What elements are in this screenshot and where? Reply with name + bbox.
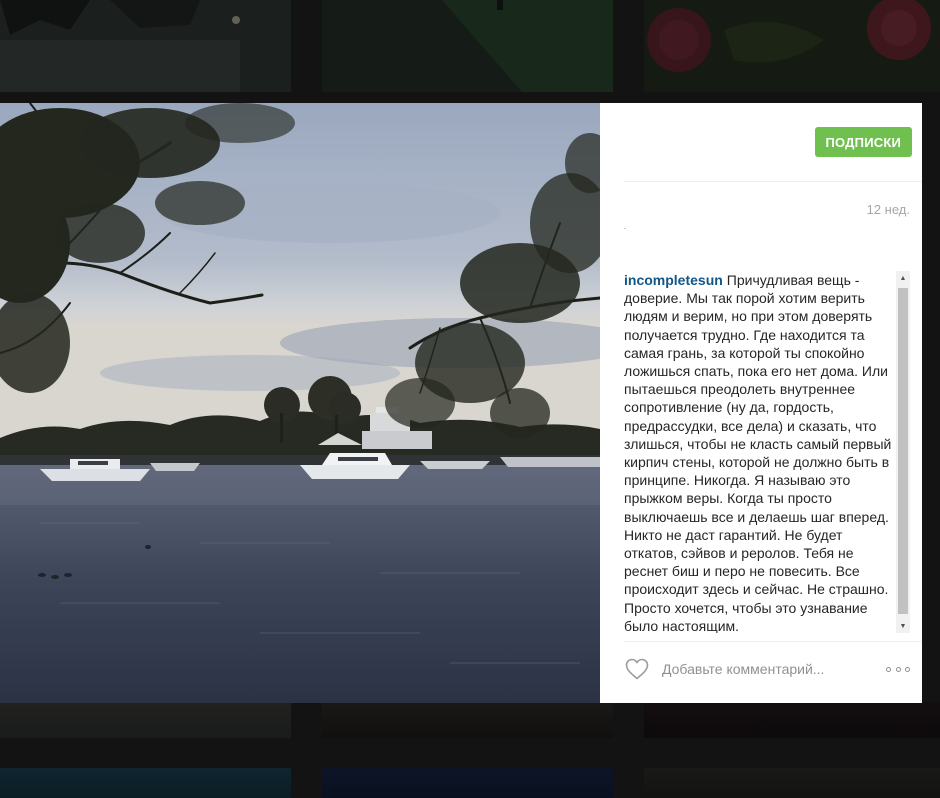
- header-divider: [624, 181, 922, 182]
- scroll-up-arrow-icon[interactable]: ▲: [896, 271, 910, 285]
- scrollbar-thumb[interactable]: [898, 288, 908, 614]
- divider-mark: [624, 228, 626, 229]
- caption-username[interactable]: incompletesun: [624, 272, 723, 288]
- follow-button[interactable]: ПОДПИСКИ: [814, 127, 912, 157]
- heart-outline-icon[interactable]: [624, 657, 650, 681]
- scroll-down-arrow-icon[interactable]: ▼: [896, 619, 910, 633]
- caption-scroll-area[interactable]: incompletesun Причудливая вещь - доверие.…: [624, 271, 910, 633]
- post-photo[interactable]: [0, 103, 600, 703]
- caption-text: Причудливая вещь - доверие. Мы так порой…: [624, 272, 892, 633]
- comment-divider: [624, 641, 922, 642]
- post-modal: ПОДПИСКИ 12 нед. incompletesun Причудлива…: [0, 103, 922, 703]
- post-caption: incompletesun Причудливая вещь - доверие.…: [624, 271, 910, 633]
- caption-scrollbar[interactable]: ▲ ▼: [896, 271, 910, 633]
- comment-bar: [624, 655, 910, 683]
- comment-input[interactable]: [662, 661, 886, 677]
- post-side-panel: ПОДПИСКИ 12 нед. incompletesun Причудлива…: [600, 103, 922, 703]
- more-options-icon[interactable]: [886, 659, 910, 679]
- post-timestamp[interactable]: 12 нед.: [867, 202, 910, 217]
